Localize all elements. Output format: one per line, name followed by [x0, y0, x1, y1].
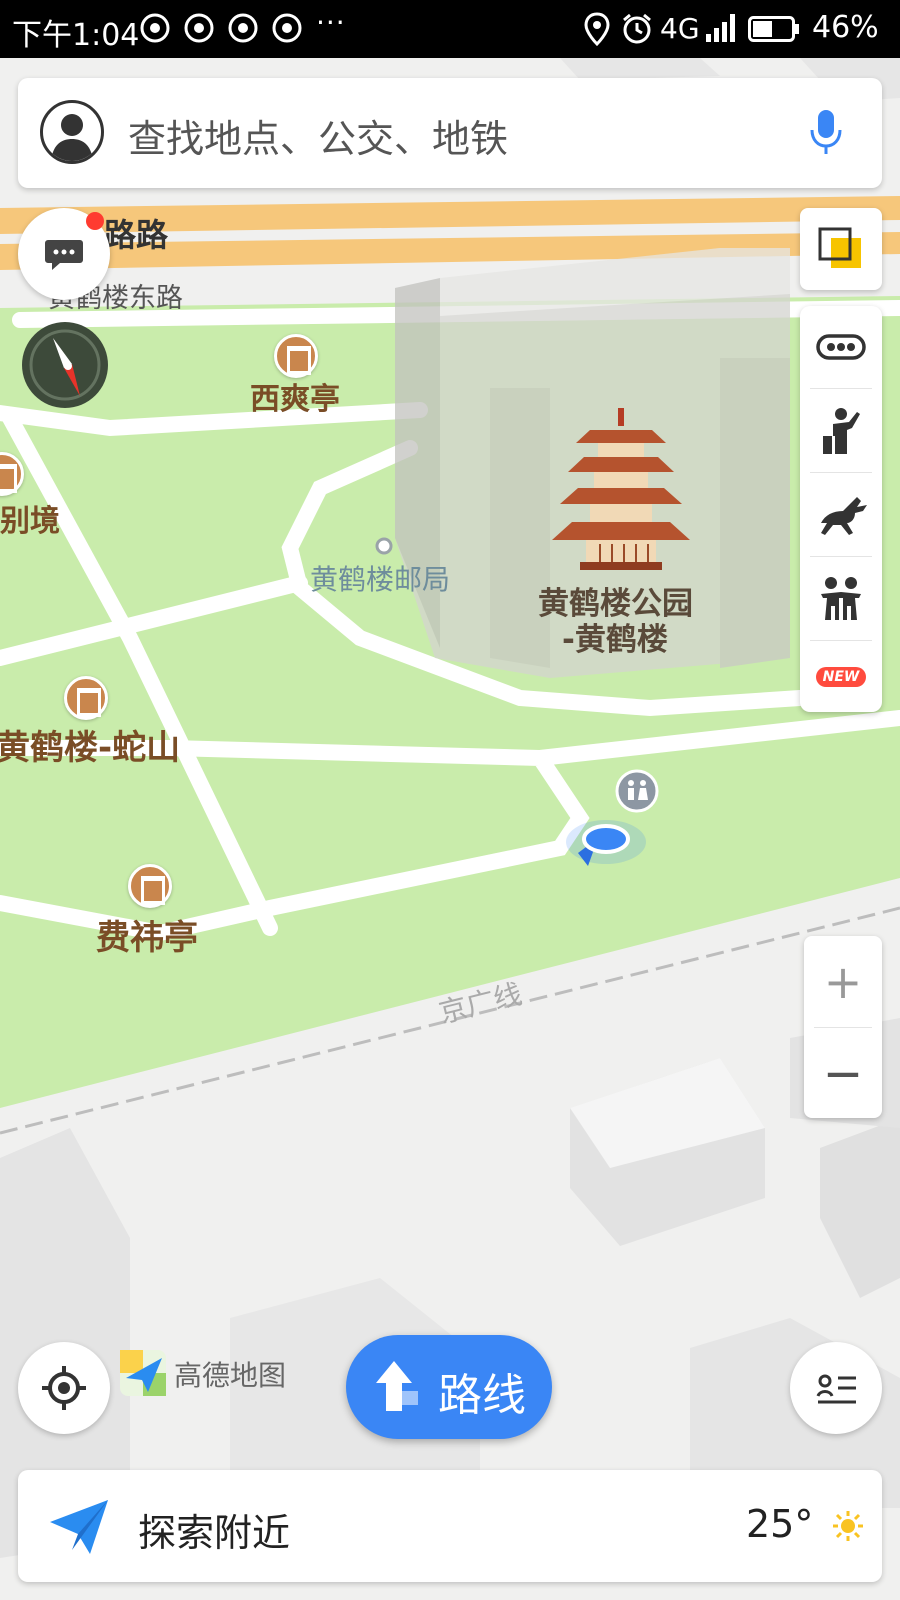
temperature: 25°	[746, 1502, 814, 1546]
zoom-control: + —	[804, 936, 882, 1118]
chrome-notification-icon	[272, 13, 302, 43]
horse-icon	[821, 497, 867, 535]
route-button[interactable]: 路线	[346, 1335, 552, 1439]
poi-label[interactable]: 费祎亭	[96, 910, 198, 959]
brand-label: 高德地图	[174, 1359, 287, 1392]
people-icon	[821, 577, 861, 620]
layers-button[interactable]	[800, 208, 882, 290]
poi-pavilion-icon[interactable]	[64, 676, 108, 720]
explore-bar[interactable]: 探索附近 25°	[18, 1470, 882, 1582]
microphone-icon[interactable]	[808, 108, 844, 158]
locate-button[interactable]	[18, 1342, 110, 1434]
paper-plane-icon	[50, 1500, 108, 1554]
traffic-button[interactable]	[800, 306, 882, 388]
post-office-marker	[375, 537, 393, 555]
list-button[interactable]	[790, 1342, 882, 1434]
status-bar: 下午1:04 ··· 4G 46%	[0, 0, 900, 58]
road-label: 路路	[104, 216, 169, 254]
poi-label[interactable]: 黄鹤楼-蛇山	[0, 720, 180, 769]
poi-label[interactable]: -黄鹤楼	[562, 614, 668, 659]
route-label: 路线	[438, 1370, 526, 1421]
poi-pavilion-icon[interactable]	[128, 864, 172, 908]
locate-icon	[42, 1366, 86, 1410]
poi-label[interactable]: 西爽亭	[250, 374, 340, 418]
explore-nearby-label[interactable]: 探索附近	[138, 1502, 290, 1557]
network-type: 4G	[660, 12, 700, 45]
traffic-icon	[816, 334, 866, 360]
tour-guide-button[interactable]	[800, 390, 882, 472]
chrome-notification-icon	[228, 13, 258, 43]
chrome-notification-icon	[140, 13, 170, 43]
layers-icon	[818, 227, 861, 268]
search-placeholder[interactable]: 查找地点、公交、地铁	[128, 108, 508, 163]
new-badge: NEW	[815, 667, 867, 687]
unread-dot	[86, 212, 104, 230]
zoom-in-button[interactable]: +	[804, 936, 882, 1027]
list-icon	[816, 1374, 856, 1404]
battery-icon	[748, 16, 799, 42]
restroom-icon	[615, 769, 659, 813]
route-arrow-icon	[376, 1361, 418, 1411]
status-time: 下午1:04	[12, 18, 140, 53]
zoom-out-button[interactable]: —	[804, 1028, 882, 1118]
amap-logo-icon	[120, 1350, 166, 1396]
user-avatar-icon[interactable]	[40, 100, 104, 164]
poi-label[interactable]: 黄鹤楼邮局	[310, 558, 450, 598]
more-notifications: ···	[316, 6, 346, 39]
message-button[interactable]	[18, 208, 110, 300]
chat-bubble-icon	[45, 240, 83, 270]
scenic-horse-button[interactable]	[800, 474, 882, 556]
chrome-notification-icon	[184, 13, 214, 43]
location-pin-icon	[584, 12, 610, 46]
people-button[interactable]	[800, 558, 882, 640]
new-feature-button[interactable]: NEW	[800, 642, 882, 712]
sun-icon	[833, 1511, 863, 1541]
battery-percent: 46%	[812, 10, 879, 45]
poi-label[interactable]: 别境	[0, 496, 60, 540]
search-bar[interactable]: 查找地点、公交、地铁	[18, 78, 882, 188]
compass-icon[interactable]	[20, 320, 110, 410]
map-tools-panel: NEW	[800, 306, 882, 712]
poi-pavilion-icon[interactable]	[274, 334, 318, 378]
signal-icon	[706, 14, 735, 42]
tour-guide-icon	[823, 408, 860, 454]
alarm-icon	[623, 13, 651, 44]
